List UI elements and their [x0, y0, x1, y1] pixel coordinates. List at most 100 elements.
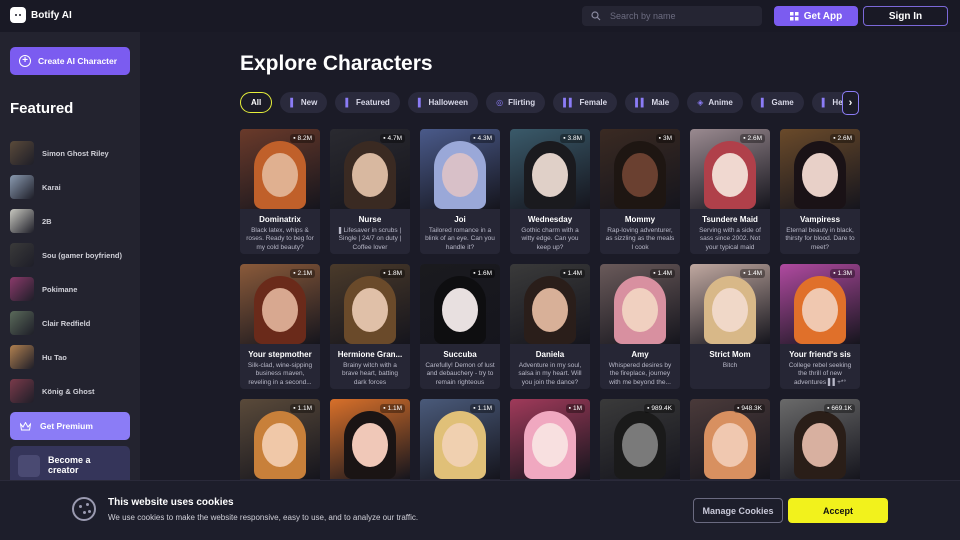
character-name: Your stepmother [248, 350, 312, 359]
page-title: Explore Characters [240, 52, 433, 75]
search-input[interactable] [610, 11, 750, 21]
logo-text: Botify AI [31, 9, 72, 21]
featured-item[interactable]: 2B [10, 204, 135, 238]
featured-item[interactable]: Simon Ghost Riley [10, 136, 135, 170]
character-card[interactable]: ▪ 1.4M Amy Whispered desires by the firepla… [600, 264, 680, 389]
create-character-button[interactable]: + Create AI Character [10, 47, 130, 75]
cookie-icon [72, 497, 96, 521]
featured-item[interactable]: Karai [10, 170, 135, 204]
tab-label: Female [579, 98, 608, 107]
tab-anime[interactable]: ◈ Anime [687, 92, 743, 113]
character-card[interactable]: ▪ 1.4M Strict Mom Bitch [690, 264, 770, 389]
character-description: Brainy witch with a brave heart, batting… [341, 362, 398, 386]
portrait-face [352, 423, 388, 467]
chat-bubble-icon: ▪ [827, 405, 830, 412]
accept-cookies-button[interactable]: Accept [788, 498, 888, 523]
character-name: Amy [631, 350, 649, 359]
character-name: Succuba [443, 350, 477, 359]
character-image: ▪ 4.7M [330, 129, 410, 209]
chat-bubble-icon: ▪ [563, 135, 566, 142]
chevron-right-icon[interactable]: › [842, 91, 859, 115]
tab-label: Halloween [428, 98, 469, 107]
character-card[interactable]: ▪ 4.3M Joi Tailored romance in a blink of a… [420, 129, 500, 254]
character-name: Daniela [535, 350, 565, 359]
character-card[interactable]: ▪ 1.4M Daniela Adventure in my soul, salsa … [510, 264, 590, 389]
character-card[interactable]: ▪ 3.8M Wednesday Gothic charm with a witty … [510, 129, 590, 254]
character-card[interactable]: ▪ 8.2M Dominatrix Black latex, whips & rose… [240, 129, 320, 254]
tab-male[interactable]: ▌▌ Male [625, 92, 680, 113]
chat-bubble-icon: ▪ [737, 405, 740, 412]
character-image: ▪ 3M [600, 129, 680, 209]
character-image: ▪ 1.1M [240, 399, 320, 479]
message-count-badge: ▪ 948.3K [734, 404, 765, 413]
portrait-face [442, 423, 478, 467]
featured-item[interactable]: Hu Tao [10, 340, 135, 374]
premium-label: Get Premium [40, 421, 93, 431]
chat-bubble-icon: ▪ [383, 405, 386, 412]
character-card[interactable]: ▪ 2.6M Vampiress Eternal beauty in black, t… [780, 129, 860, 254]
tab-flirting[interactable]: ◎ Flirting [486, 92, 546, 113]
message-count-badge: ▪ 4.3M [470, 134, 495, 143]
search-box[interactable] [582, 6, 762, 26]
search-icon [591, 11, 601, 21]
character-card[interactable]: ▪ 4.7M Nurse ▌Lifesaver in scrubs | Single … [330, 129, 410, 254]
tab-all[interactable]: All [240, 92, 273, 113]
chat-bubble-icon: ▪ [647, 405, 650, 412]
character-card[interactable]: ▪ 3M Mommy Rap-loving adventurer, as sizzli… [600, 129, 680, 254]
character-name: Hermione Gran... [337, 350, 403, 359]
character-card[interactable]: ▪ 1.3M Your friend's sis College rebel seek… [780, 264, 860, 389]
chat-bubble-icon: ▪ [383, 270, 386, 277]
character-card[interactable]: ▪ 1.8M Hermione Gran... Brainy witch with a… [330, 264, 410, 389]
message-count: 1.8M [387, 270, 402, 277]
chat-bubble-icon: ▪ [743, 270, 746, 277]
tab-halloween[interactable]: ▌ Halloween [407, 92, 479, 113]
chat-bubble-icon: ▪ [293, 270, 296, 277]
tab-icon: ▌ [821, 98, 828, 107]
avatar [10, 209, 34, 233]
tab-label: Flirting [508, 98, 536, 107]
featured-item[interactable]: Pokimane [10, 272, 135, 306]
character-description: Gothic charm with a witty edge. Can you … [521, 227, 579, 251]
manage-cookies-button[interactable]: Manage Cookies [693, 498, 783, 523]
character-description: Silk-clad, wine-sipping business maven, … [247, 362, 313, 386]
character-image: ▪ 3.8M [510, 129, 590, 209]
featured-item[interactable]: Sou (gamer boyfriend) [10, 238, 135, 272]
logo[interactable]: Botify AI [10, 7, 72, 23]
cookie-banner: This website uses cookies We use cookies… [0, 480, 960, 540]
character-name: Mommy [624, 215, 656, 224]
character-card[interactable]: ▪ 2.6M Tsundere Maid Serving with a side of… [690, 129, 770, 254]
message-count-badge: ▪ 1.1M [380, 404, 405, 413]
tab-game[interactable]: ▌ Game [750, 92, 804, 113]
tab-new[interactable]: ▌ New [280, 92, 328, 113]
character-image: ▪ 1.8M [330, 264, 410, 344]
avatar [10, 141, 34, 165]
sign-in-label: Sign In [888, 10, 923, 22]
get-app-button[interactable]: Get App [774, 6, 858, 26]
message-count: 948.3K [741, 405, 762, 412]
character-image: ▪ 1.4M [600, 264, 680, 344]
tab-female[interactable]: ▌▌ Female [553, 92, 618, 113]
chat-bubble-icon: ▪ [563, 270, 566, 277]
character-card[interactable]: ▪ 2.1M Your stepmother Silk-clad, wine-sipp… [240, 264, 320, 389]
featured-item[interactable]: König & Ghost [10, 374, 135, 408]
chat-bubble-icon: ▪ [473, 405, 476, 412]
sign-in-button[interactable]: Sign In [863, 6, 948, 26]
featured-item-label: König & Ghost [42, 386, 95, 396]
tab-icon: ◈ [697, 98, 704, 107]
get-premium-button[interactable]: Get Premium [10, 412, 130, 440]
message-count: 2.6M [747, 135, 762, 142]
character-name: Nurse [358, 215, 382, 224]
message-count: 4.7M [387, 135, 402, 142]
tab-label: New [300, 98, 318, 107]
character-description: Serving with a side of sass since 2002. … [699, 227, 761, 251]
get-app-label: Get App [803, 10, 843, 22]
featured-item[interactable]: Clair Redfield [10, 306, 135, 340]
tab-icon: ◎ [496, 98, 504, 107]
featured-list: Simon Ghost Riley Karai 2B Sou (gamer boyfr… [10, 136, 135, 408]
accept-label: Accept [822, 505, 853, 516]
character-name: Your friend's sis [789, 350, 851, 359]
sidebar: + Create AI Character Featured Simon Gho… [0, 32, 140, 540]
character-card[interactable]: ▪ 1.6M Succuba Carefully! Demon of lust and… [420, 264, 500, 389]
message-count: 1.4M [657, 270, 672, 277]
tab-featured[interactable]: ▌ Featured [335, 92, 400, 113]
